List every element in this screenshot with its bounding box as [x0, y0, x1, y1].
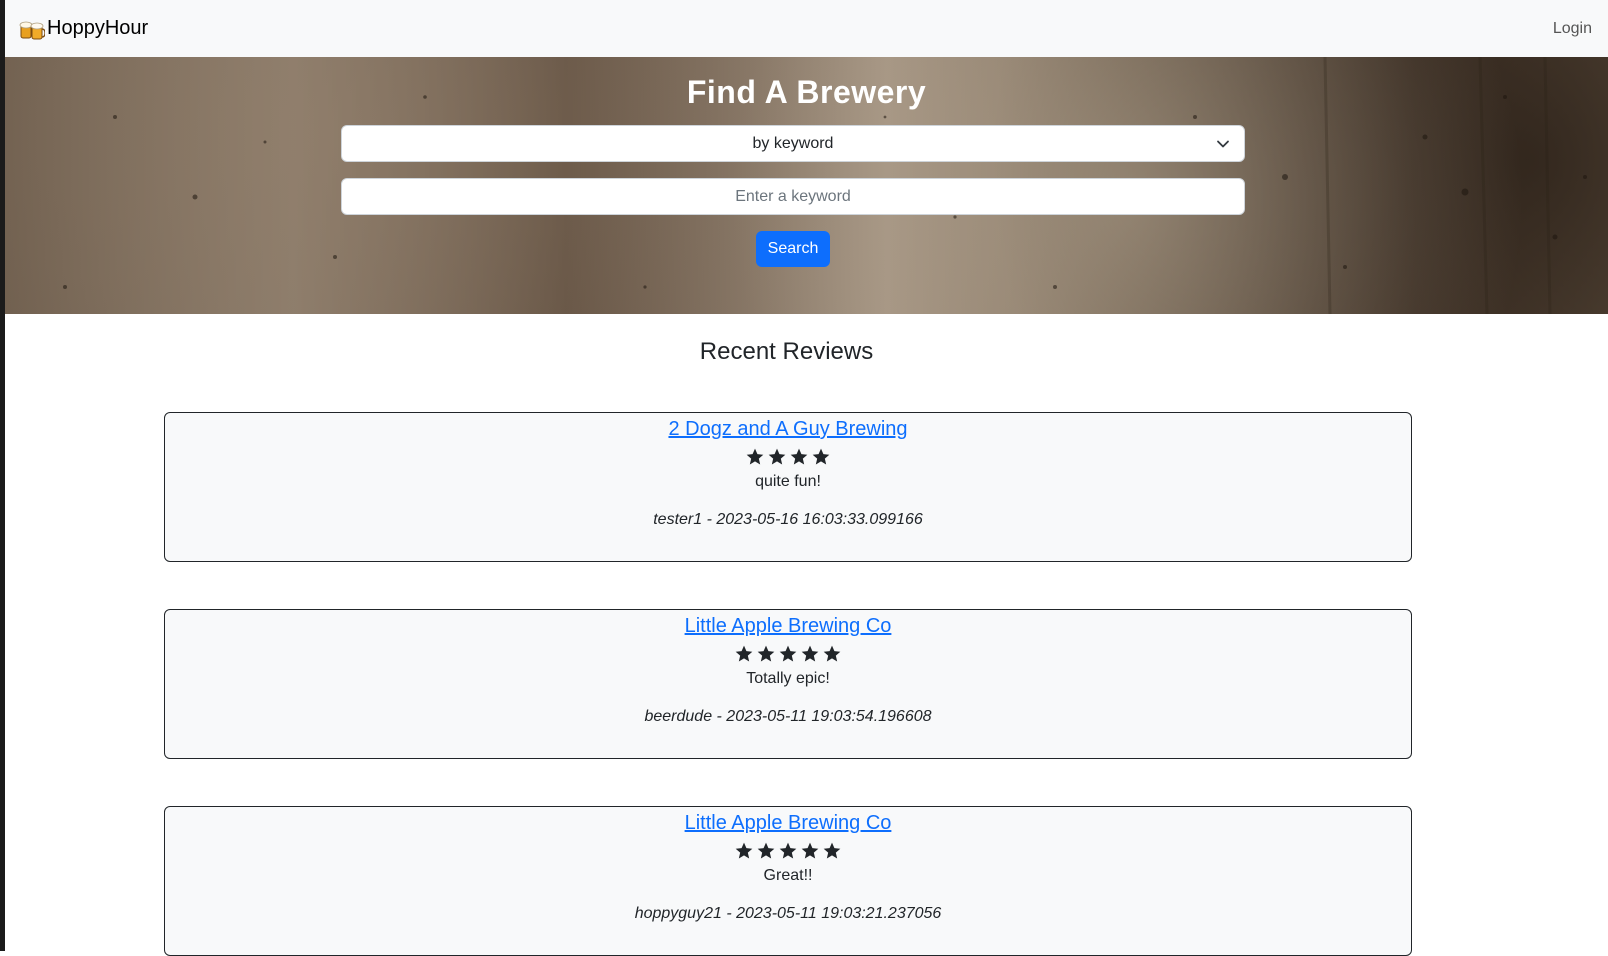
- star-icon: [746, 448, 764, 465]
- star-icon: [823, 645, 841, 662]
- star-icon: [757, 842, 775, 859]
- star-icon: [801, 842, 819, 859]
- review-meta: hoppyguy21 - 2023-05-11 19:03:21.237056: [634, 905, 942, 922]
- star-icon: [790, 448, 808, 465]
- brewery-link[interactable]: Little Apple Brewing Co: [165, 615, 1411, 638]
- star-rating: [165, 841, 1411, 861]
- page-title: Find A Brewery: [686, 74, 927, 110]
- star-icon: [735, 842, 753, 859]
- review-text: quite fun!: [755, 473, 821, 490]
- review-text: Totally epic!: [746, 670, 830, 687]
- review-card: Little Apple Brewing Co Great!! hoppyguy…: [164, 806, 1412, 956]
- login-link[interactable]: Login: [1553, 20, 1592, 38]
- brand-link[interactable]: HoppyHour: [19, 17, 148, 41]
- star-icon: [812, 448, 830, 465]
- brand-name: HoppyHour: [47, 17, 149, 39]
- review-text: Great!!: [763, 867, 813, 884]
- star-icon: [801, 645, 819, 662]
- recent-reviews-heading: Recent Reviews: [699, 338, 874, 365]
- star-icon: [768, 448, 786, 465]
- chevron-down-icon: [1217, 140, 1229, 148]
- review-meta: beerdude - 2023-05-11 19:03:54.196608: [644, 708, 932, 725]
- search-type-selected: by keyword: [752, 134, 834, 152]
- star-icon: [735, 645, 753, 662]
- star-icon: [779, 842, 797, 859]
- star-rating: [165, 447, 1411, 467]
- star-icon: [757, 645, 775, 662]
- review-card: 2 Dogz and A Guy Brewing quite fun! test…: [164, 412, 1412, 562]
- star-icon: [823, 842, 841, 859]
- brewery-link[interactable]: Little Apple Brewing Co: [165, 812, 1411, 835]
- search-type-select[interactable]: by keyword: [341, 125, 1245, 162]
- beer-mugs-icon: [19, 21, 45, 39]
- hero-search-section: Find A Brewery by keyword Search: [5, 57, 1608, 314]
- search-button[interactable]: Search: [756, 231, 830, 267]
- brewery-link[interactable]: 2 Dogz and A Guy Brewing: [165, 418, 1411, 441]
- review-card: Little Apple Brewing Co Totally epic! be…: [164, 609, 1412, 759]
- star-rating: [165, 644, 1411, 664]
- navbar: HoppyHour Login: [5, 0, 1608, 57]
- keyword-input[interactable]: [341, 178, 1245, 215]
- star-icon: [779, 645, 797, 662]
- review-meta: tester1 - 2023-05-16 16:03:33.099166: [653, 511, 923, 528]
